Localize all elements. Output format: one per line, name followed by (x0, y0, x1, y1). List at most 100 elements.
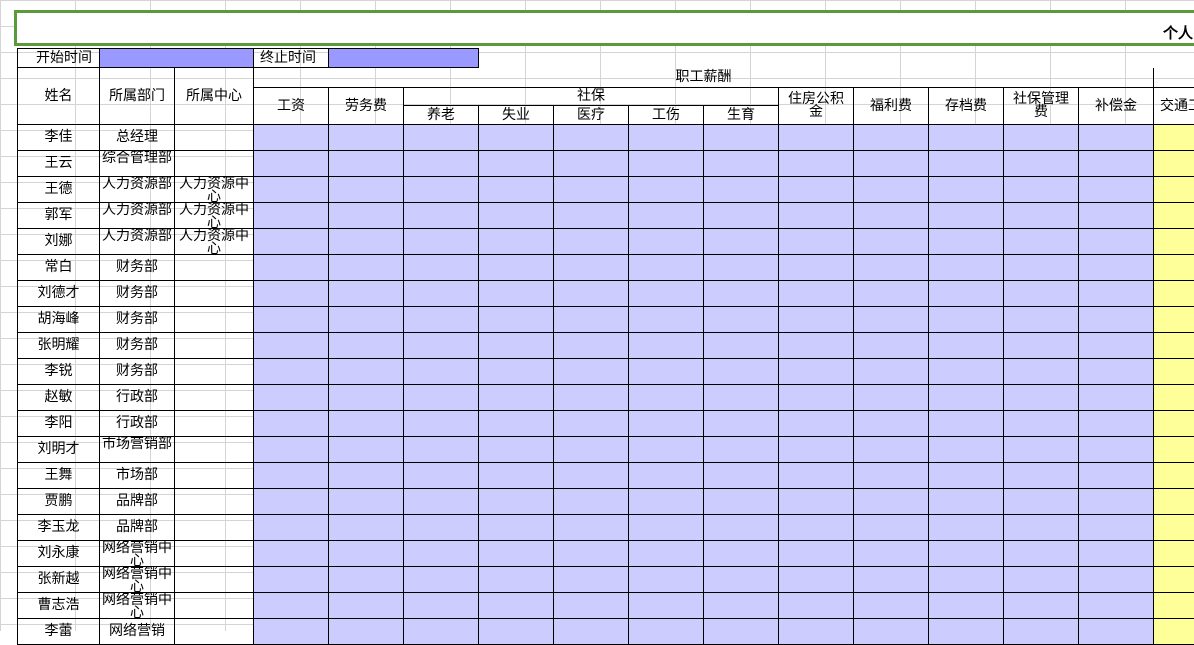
salary-input-cell[interactable] (1079, 125, 1154, 151)
title-cell[interactable] (14, 10, 1194, 46)
salary-input-cell[interactable] (1004, 203, 1079, 229)
salary-input-cell[interactable] (1079, 151, 1154, 177)
employee-dept-cell[interactable]: 行政部 (100, 385, 175, 411)
salary-input-cell[interactable] (404, 229, 479, 255)
salary-input-cell[interactable] (629, 177, 704, 203)
salary-input-cell[interactable] (854, 541, 929, 567)
salary-input-cell[interactable] (854, 255, 929, 281)
salary-input-cell[interactable] (704, 385, 779, 411)
salary-input-cell[interactable] (1079, 385, 1154, 411)
salary-input-cell[interactable] (629, 489, 704, 515)
salary-input-cell[interactable] (779, 333, 854, 359)
salary-input-cell[interactable] (479, 593, 554, 619)
salary-input-cell[interactable] (929, 359, 1004, 385)
salary-input-cell[interactable] (254, 463, 329, 489)
salary-input-cell[interactable] (1004, 515, 1079, 541)
employee-center-cell[interactable] (175, 463, 254, 489)
salary-input-cell[interactable] (1079, 437, 1154, 463)
employee-center-cell[interactable] (175, 619, 254, 645)
salary-input-cell[interactable] (329, 515, 404, 541)
salary-input-cell[interactable] (329, 619, 404, 645)
salary-input-cell[interactable] (929, 255, 1004, 281)
salary-input-cell[interactable] (404, 255, 479, 281)
salary-input-cell[interactable] (779, 359, 854, 385)
salary-input-cell[interactable] (629, 307, 704, 333)
salary-input-cell[interactable] (329, 125, 404, 151)
salary-input-cell[interactable] (404, 463, 479, 489)
employee-center-cell[interactable] (175, 125, 254, 151)
salary-input-cell[interactable] (254, 541, 329, 567)
salary-input-cell[interactable] (329, 229, 404, 255)
salary-input-cell[interactable] (254, 411, 329, 437)
salary-input-cell[interactable] (929, 281, 1004, 307)
transport-input-cell[interactable] (1154, 229, 1194, 255)
transport-input-cell[interactable] (1154, 437, 1194, 463)
salary-input-cell[interactable] (779, 489, 854, 515)
salary-input-cell[interactable] (329, 541, 404, 567)
salary-input-cell[interactable] (929, 177, 1004, 203)
salary-input-cell[interactable] (554, 151, 629, 177)
salary-input-cell[interactable] (404, 203, 479, 229)
employee-name-cell[interactable]: 胡海峰 (17, 307, 100, 333)
salary-input-cell[interactable] (704, 463, 779, 489)
transport-input-cell[interactable] (1154, 359, 1194, 385)
salary-input-cell[interactable] (1079, 567, 1154, 593)
salary-input-cell[interactable] (929, 411, 1004, 437)
salary-input-cell[interactable] (1004, 255, 1079, 281)
salary-input-cell[interactable] (329, 411, 404, 437)
salary-input-cell[interactable] (479, 151, 554, 177)
salary-input-cell[interactable] (629, 151, 704, 177)
salary-input-cell[interactable] (554, 515, 629, 541)
employee-dept-cell[interactable]: 财务部 (100, 281, 175, 307)
employee-center-cell[interactable]: 人力资源中心 (175, 177, 254, 203)
salary-input-cell[interactable] (854, 567, 929, 593)
transport-input-cell[interactable] (1154, 515, 1194, 541)
salary-input-cell[interactable] (704, 151, 779, 177)
employee-name-cell[interactable]: 曹志浩 (17, 593, 100, 619)
salary-input-cell[interactable] (779, 281, 854, 307)
employee-dept-cell[interactable]: 总经理 (100, 125, 175, 151)
salary-input-cell[interactable] (779, 255, 854, 281)
salary-input-cell[interactable] (329, 333, 404, 359)
salary-input-cell[interactable] (329, 151, 404, 177)
salary-input-cell[interactable] (929, 333, 1004, 359)
salary-input-cell[interactable] (854, 125, 929, 151)
salary-input-cell[interactable] (254, 437, 329, 463)
salary-input-cell[interactable] (629, 125, 704, 151)
salary-input-cell[interactable] (404, 281, 479, 307)
employee-dept-cell[interactable]: 行政部 (100, 411, 175, 437)
salary-input-cell[interactable] (554, 255, 629, 281)
transport-input-cell[interactable] (1154, 411, 1194, 437)
salary-input-cell[interactable] (554, 463, 629, 489)
salary-input-cell[interactable] (254, 385, 329, 411)
salary-input-cell[interactable] (929, 385, 1004, 411)
salary-input-cell[interactable] (629, 463, 704, 489)
salary-input-cell[interactable] (704, 593, 779, 619)
employee-center-cell[interactable] (175, 307, 254, 333)
salary-input-cell[interactable] (479, 619, 554, 645)
salary-input-cell[interactable] (779, 385, 854, 411)
salary-input-cell[interactable] (554, 229, 629, 255)
salary-input-cell[interactable] (329, 489, 404, 515)
salary-input-cell[interactable] (554, 567, 629, 593)
salary-input-cell[interactable] (1079, 307, 1154, 333)
salary-input-cell[interactable] (554, 411, 629, 437)
transport-input-cell[interactable] (1154, 489, 1194, 515)
salary-input-cell[interactable] (854, 203, 929, 229)
salary-input-cell[interactable] (779, 125, 854, 151)
salary-input-cell[interactable] (704, 567, 779, 593)
salary-input-cell[interactable] (854, 463, 929, 489)
salary-input-cell[interactable] (404, 359, 479, 385)
salary-input-cell[interactable] (704, 437, 779, 463)
salary-input-cell[interactable] (704, 203, 779, 229)
employee-name-cell[interactable]: 刘明才 (17, 437, 100, 463)
employee-name-cell[interactable]: 王云 (17, 151, 100, 177)
transport-input-cell[interactable] (1154, 463, 1194, 489)
salary-input-cell[interactable] (1004, 281, 1079, 307)
employee-dept-cell[interactable]: 网络营销中心 (100, 541, 175, 567)
salary-input-cell[interactable] (929, 437, 1004, 463)
salary-input-cell[interactable] (329, 307, 404, 333)
employee-dept-cell[interactable]: 财务部 (100, 333, 175, 359)
salary-input-cell[interactable] (704, 333, 779, 359)
employee-dept-cell[interactable]: 品牌部 (100, 489, 175, 515)
